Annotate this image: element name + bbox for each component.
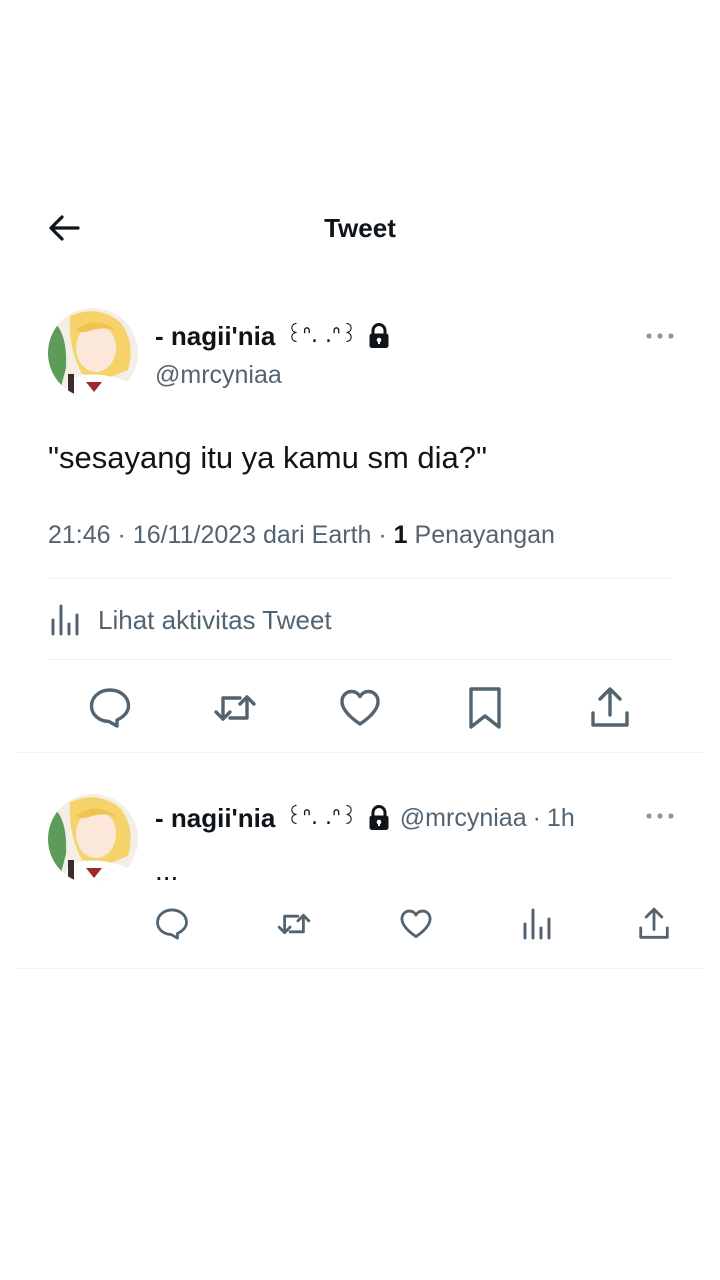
meta-separator: · [117, 521, 126, 549]
name-decoration: ꒰ᐢ. .ᐢ꒱ [285, 323, 358, 348]
author-handle[interactable]: @mrcyniaa [155, 358, 282, 392]
author-name[interactable]: - nagii'nia ꒰ᐢ. .ᐢ꒱ [155, 318, 390, 354]
reply-icon[interactable] [154, 906, 190, 942]
more-icon[interactable] [644, 806, 676, 826]
page-title: Tweet [324, 213, 396, 243]
name-decoration: ꒰ᐢ. .ᐢ꒱ [285, 805, 358, 830]
tweet-meta: 21:46 · 16/11/2023 dari Earth · 1 Penaya… [48, 516, 555, 554]
views-count: 1 [393, 521, 408, 549]
tweet-date: 16/11/2023 [132, 521, 257, 549]
meta-separator: · [532, 804, 541, 832]
lock-icon [368, 805, 390, 831]
analytics-icon [48, 602, 84, 638]
meta-separator: · [378, 521, 387, 549]
like-icon[interactable] [398, 906, 434, 942]
avatar[interactable] [48, 794, 138, 884]
like-icon[interactable] [337, 685, 383, 731]
tweet-text: ... [155, 855, 179, 886]
display-name: - nagii'nia [155, 803, 276, 833]
view-activity-label: Lihat aktivitas Tweet [98, 604, 332, 635]
reply-icon[interactable] [87, 685, 133, 731]
tweet-source: dari Earth [263, 521, 372, 549]
more-icon[interactable] [644, 326, 676, 346]
bookmark-icon[interactable] [462, 685, 508, 731]
lock-icon [368, 323, 390, 349]
tweet-age: 1h [546, 804, 575, 832]
tweet-text: "sesayang itu ya kamu sm dia?" [48, 440, 487, 475]
divider [16, 752, 704, 753]
divider [16, 968, 704, 969]
divider [48, 578, 672, 579]
retweet-icon[interactable] [276, 906, 312, 942]
retweet-icon[interactable] [212, 685, 258, 731]
author-handle: @mrcyniaa [399, 804, 527, 832]
avatar[interactable] [48, 308, 138, 398]
tweet-time: 21:46 [48, 521, 111, 549]
reply-header[interactable]: - nagii'nia ꒰ᐢ. .ᐢ꒱ @mrcyniaa · 1h [155, 800, 575, 836]
views-label: Penayangan [414, 521, 555, 549]
share-icon[interactable] [587, 685, 633, 731]
share-icon[interactable] [636, 906, 672, 942]
view-activity-button[interactable]: Lihat aktivitas Tweet [48, 598, 332, 642]
display-name: - nagii'nia [155, 321, 276, 351]
divider [48, 659, 672, 660]
analytics-icon[interactable] [520, 906, 556, 942]
